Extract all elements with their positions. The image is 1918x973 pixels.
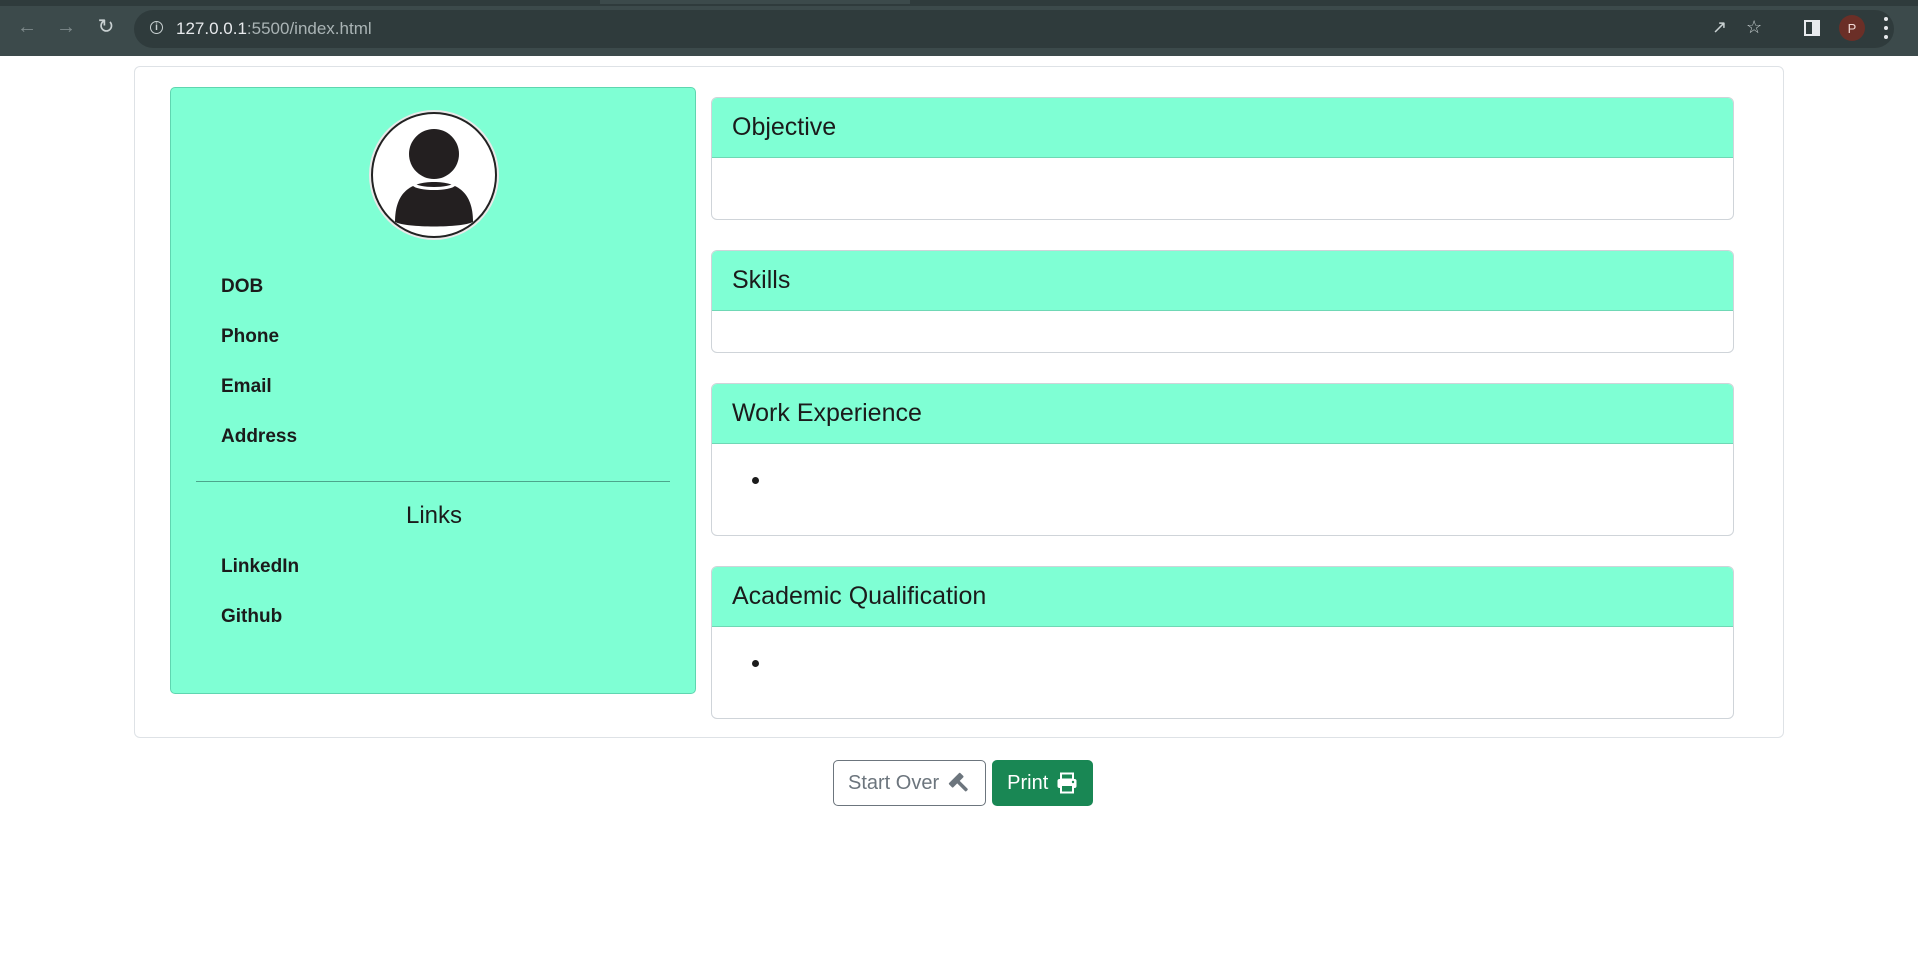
list-item-bullet — [752, 660, 759, 667]
academic-section: Academic Qualification — [711, 566, 1734, 719]
hammer-icon — [948, 772, 968, 792]
email-label: Email — [221, 376, 272, 397]
phone-label: Phone — [221, 326, 280, 347]
links-heading: Links — [405, 502, 463, 529]
printer-icon — [1057, 772, 1077, 794]
academic-header: Academic Qualification — [712, 567, 1733, 627]
skills-header: Skills — [712, 251, 1733, 311]
forward-icon[interactable]: → — [53, 14, 79, 40]
user-silhouette-icon — [395, 129, 473, 227]
objective-header: Objective — [712, 98, 1733, 158]
browser-menu-icon[interactable] — [1882, 15, 1890, 41]
github-label: Github — [221, 606, 283, 627]
skills-section: Skills — [711, 250, 1734, 353]
work-experience-header: Work Experience — [712, 384, 1733, 444]
url-text[interactable]: 127.0.0.1:5500/index.html — [176, 19, 372, 39]
active-tab[interactable] — [600, 0, 910, 4]
share-icon[interactable]: ↗ — [1712, 18, 1727, 36]
back-icon[interactable]: ← — [14, 14, 40, 40]
start-over-button[interactable]: Start Over — [833, 760, 987, 806]
objective-section: Objective — [711, 97, 1734, 220]
dob-label: DOB — [221, 276, 264, 297]
address-label: Address — [221, 426, 298, 447]
work-experience-section: Work Experience — [711, 383, 1734, 536]
profile-avatar[interactable]: P — [1839, 15, 1865, 41]
browser-toolbar: ← → ↻ i 127.0.0.1:5500/index.html ↗ ☆ P — [0, 0, 1918, 56]
url-host: 127.0.0.1 — [176, 19, 247, 38]
reload-icon[interactable]: ↻ — [93, 14, 119, 40]
print-button[interactable]: Print — [992, 760, 1094, 806]
divider — [196, 481, 670, 482]
side-panel-icon[interactable] — [1804, 20, 1820, 36]
tab-strip — [0, 0, 1918, 6]
avatar — [371, 112, 497, 238]
address-bar[interactable]: i 127.0.0.1:5500/index.html ↗ ☆ — [134, 10, 1894, 48]
list-item-bullet — [752, 477, 759, 484]
linkedin-label: LinkedIn — [221, 556, 300, 577]
site-info-icon[interactable]: i — [150, 21, 163, 34]
start-over-label: Start Over — [848, 771, 940, 794]
print-label: Print — [1007, 771, 1049, 794]
profile-panel: DOB Phone Email Address Links LinkedIn G… — [170, 87, 696, 694]
action-buttons: Start Over Print — [833, 760, 1094, 806]
bookmark-star-icon[interactable]: ☆ — [1746, 18, 1762, 36]
url-path: :5500/index.html — [246, 19, 372, 38]
